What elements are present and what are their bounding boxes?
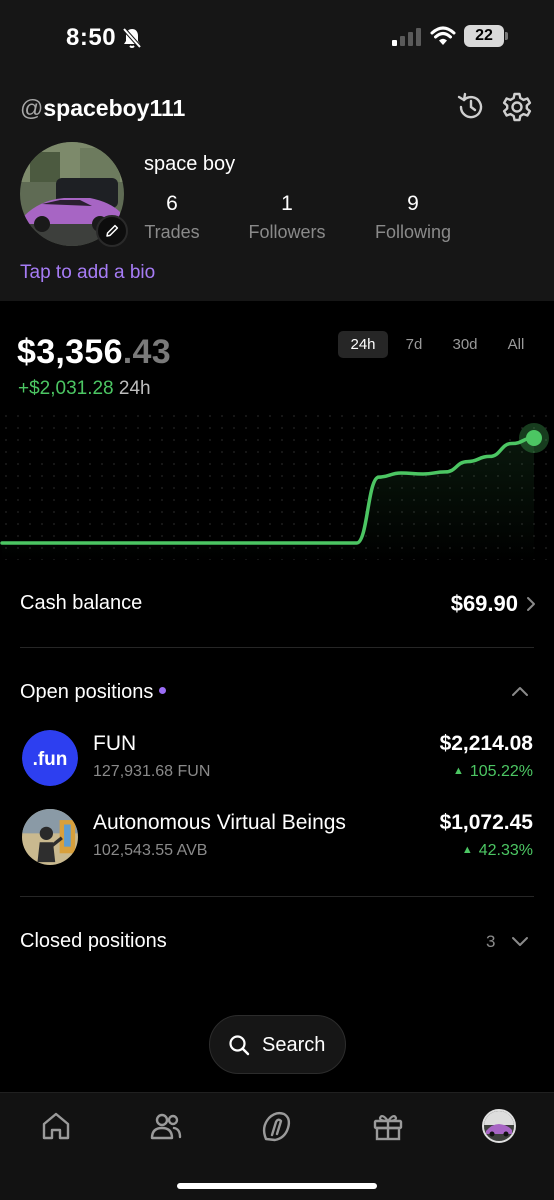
range-7d[interactable]: 7d [389,331,439,358]
bell-slash-icon [122,27,142,49]
position-change-value: 105.22% [469,763,533,780]
position-change-value: 42.33% [478,842,533,859]
stat-label: Following [374,222,452,242]
divider [20,896,534,897]
up-triangle-icon: ▲ [461,844,473,856]
wifi-icon [430,26,456,45]
cash-balance-value[interactable]: $69.90 [451,591,518,617]
stat-label: Trades [144,222,200,242]
stat-label: Followers [248,222,326,242]
status-time: 8:50 [66,24,117,51]
settings-gear-icon[interactable] [501,91,533,123]
brand-icon[interactable] [259,1109,293,1143]
change-amount: +$2,031.28 [18,378,114,399]
range-24h[interactable]: 24h [338,331,388,358]
up-triangle-icon: ▲ [452,765,464,777]
chevron-right-icon[interactable] [525,596,537,612]
position-name: FUN [93,732,137,755]
stat-followers[interactable]: 1 Followers [244,192,330,243]
cellular-signal-icon [392,28,421,46]
open-positions-label: Open positions [20,681,154,703]
range-30d[interactable]: 30d [440,331,490,358]
edit-avatar-button[interactable] [96,215,128,247]
display-name: space boy [144,153,236,175]
stat-value: 9 [407,192,419,215]
profile-tab-avatar[interactable] [482,1109,516,1143]
closed-positions-label[interactable]: Closed positions [20,930,167,953]
portfolio-change: +$2,031.28 24h [18,378,151,400]
home-icon[interactable] [39,1109,73,1143]
stat-following[interactable]: 9 Following [370,192,456,243]
search-icon [229,1035,250,1056]
pencil-icon [106,224,119,237]
unread-dot [159,687,167,695]
history-icon[interactable] [455,91,487,123]
status-bar: 8:50 22 [0,0,554,75]
position-quantity: 102,543.55 AVB [93,842,208,859]
profile-header: @spaceboy111 space boy 6 Trades 1 Follow… [0,75,554,301]
search-button[interactable]: Search [209,1015,346,1074]
portfolio-value: $3,356.43 [17,333,171,372]
logo-text: .fun [33,749,68,770]
profile-handle: @spaceboy111 [20,95,185,122]
fun-token-logo: .fun [22,730,78,786]
position-quantity: 127,931.68 FUN [93,763,211,780]
portfolio-chart [0,410,554,560]
chart-current-point [526,430,542,446]
battery-nub [505,32,508,40]
position-value: $1,072.45 [439,811,533,834]
stat-trades[interactable]: 6 Trades [144,192,200,243]
chevron-down-icon[interactable] [511,936,529,948]
range-all[interactable]: All [491,331,541,358]
add-bio-link[interactable]: Tap to add a bio [20,262,155,284]
position-name: Autonomous Virtual Beings [93,811,346,834]
gift-icon[interactable] [371,1109,405,1143]
stat-value: 1 [281,192,293,215]
avb-token-logo [22,809,78,865]
position-change: ▲ 105.22% [453,763,533,781]
portfolio-value-dollars: $3,356 [17,333,123,371]
change-period: 24h [118,378,151,399]
open-positions-header: Open positions [20,681,167,704]
stat-value: 6 [166,192,178,215]
portfolio-value-cents: .43 [122,333,171,371]
chevron-up-icon[interactable] [511,685,529,697]
cash-balance-label: Cash balance [20,592,143,614]
people-icon[interactable] [149,1109,183,1143]
home-indicator [177,1183,377,1189]
divider [20,647,534,648]
time-range-selector: 24h 7d 30d All [338,331,542,358]
position-row-avb[interactable]: Autonomous Virtual Beings 102,543.55 AVB… [0,809,554,873]
battery-indicator: 22 [464,25,504,47]
position-row-fun[interactable]: .fun FUN 127,931.68 FUN $2,214.08 ▲ 105.2… [0,730,554,794]
handle-prefix: @ [20,95,44,121]
handle-text: spaceboy111 [43,95,186,121]
search-label: Search [262,1034,326,1056]
position-change: ▲ 42.33% [462,842,533,860]
closed-positions-count: 3 [486,932,496,951]
position-value: $2,214.08 [439,732,533,755]
